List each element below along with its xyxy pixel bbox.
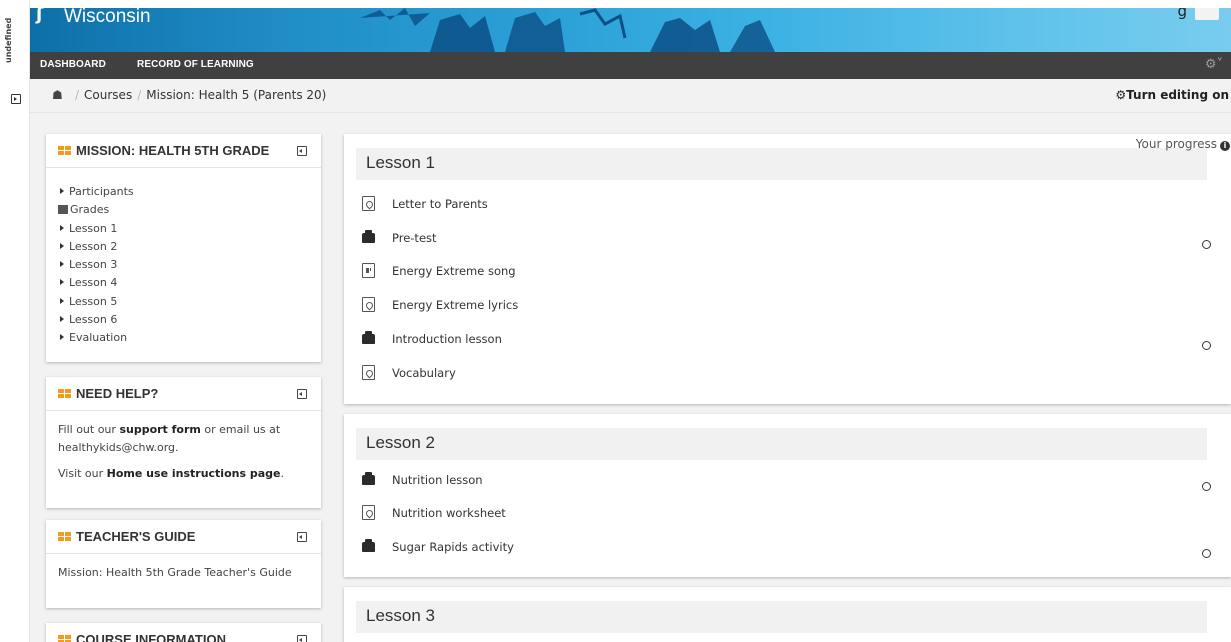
primary-navbar: DASHBOARD RECORD OF LEARNING ⚙˅	[30, 52, 1231, 79]
completion-checkbox[interactable]	[1202, 240, 1211, 249]
block-grid-icon	[58, 635, 72, 642]
pdf-icon	[362, 365, 375, 380]
section-header: Lesson 1	[356, 148, 1207, 180]
dock-toggle-icon[interactable]	[11, 94, 21, 104]
section-lesson-1: Lesson 1 Your progress i Letter to Parent…	[344, 134, 1231, 404]
activity-energy-extreme-lyrics[interactable]: Energy Extreme lyrics	[362, 295, 1207, 315]
nav-item-lesson-5[interactable]: Lesson 5	[58, 293, 309, 311]
collapse-block-icon[interactable]	[297, 635, 307, 642]
site-brand[interactable]: Wisconsin	[64, 8, 151, 28]
quiz-icon	[362, 539, 375, 552]
block-grid-icon	[58, 532, 72, 542]
user-avatar[interactable]	[1195, 8, 1219, 20]
expand-arrow-icon	[60, 279, 64, 286]
block-course-information: COURSE INFORMATION	[46, 623, 321, 642]
activity-vocabulary[interactable]: Vocabulary	[362, 363, 1207, 383]
block-navigation: MISSION: HEALTH 5TH GRADE Participants G…	[46, 134, 321, 362]
nav-item-lesson-2[interactable]: Lesson 2	[58, 238, 309, 256]
logo-icon: ʃ	[36, 8, 44, 25]
collapse-block-icon[interactable]	[297, 146, 307, 156]
expand-arrow-icon	[60, 316, 64, 323]
nav-item-participants[interactable]: Participants	[58, 183, 309, 201]
turn-editing-on-button[interactable]: ⚙Turn editing on	[1115, 88, 1229, 102]
completion-checkbox[interactable]	[1202, 341, 1211, 350]
quiz-icon	[362, 472, 375, 485]
support-form-link[interactable]: support form	[119, 423, 200, 436]
expand-arrow-icon	[60, 334, 64, 341]
activity-introduction-lesson[interactable]: Introduction lesson	[362, 329, 1211, 350]
block-title: NEED HELP?	[76, 386, 159, 401]
section-title[interactable]: Lesson 3	[366, 606, 435, 626]
home-icon[interactable]: ☗	[52, 88, 63, 102]
nav-tree: Participants Grades Lesson 1 Lesson 2 Le…	[46, 168, 321, 358]
section-header: Lesson 3	[356, 601, 1207, 633]
nav-item-lesson-6[interactable]: Lesson 6	[58, 311, 309, 329]
completion-checkbox[interactable]	[1202, 549, 1211, 558]
pdf-icon	[362, 196, 375, 211]
help-text: Fill out our support form or email us at…	[58, 423, 284, 480]
block-grid-icon	[58, 389, 72, 399]
page-body: MISSION: HEALTH 5TH GRADE Participants G…	[30, 113, 1231, 642]
banner-illustration	[360, 8, 775, 52]
nav-record-of-learning[interactable]: RECORD OF LEARNING	[137, 59, 254, 70]
pdf-icon	[362, 297, 375, 312]
dock-label: undefined	[4, 17, 13, 63]
home-use-instructions-link[interactable]: Home use instructions page	[107, 467, 281, 480]
gear-icon: ⚙	[1115, 88, 1127, 102]
expand-arrow-icon	[60, 188, 64, 194]
quiz-icon	[362, 331, 375, 344]
block-need-help: NEED HELP? Fill out our support form or …	[46, 377, 321, 508]
collapse-block-icon[interactable]	[297, 532, 307, 542]
expand-arrow-icon	[60, 242, 64, 249]
breadcrumb: / Courses / Mission: Health 5 (Parents 20)	[75, 88, 327, 102]
nav-item-grades[interactable]: Grades	[58, 201, 309, 219]
expand-arrow-icon	[60, 224, 64, 231]
activity-letter-to-parents[interactable]: Letter to Parents	[362, 194, 1207, 214]
course-content: Lesson 1 Your progress i Letter to Parent…	[344, 113, 1231, 642]
breadcrumb-course[interactable]: Mission: Health 5 (Parents 20)	[146, 88, 326, 102]
banner-edge-text: g	[1177, 8, 1187, 20]
activity-nutrition-worksheet[interactable]: Nutrition worksheet	[362, 503, 1207, 523]
side-dock: undefined	[0, 0, 30, 642]
block-grid-icon	[58, 146, 72, 156]
settings-gear-icon[interactable]: ⚙˅	[1205, 57, 1223, 72]
nav-item-lesson-4[interactable]: Lesson 4	[58, 274, 309, 292]
block-title: TEACHER'S GUIDE	[76, 529, 196, 544]
pdf-icon	[362, 505, 375, 520]
audio-icon	[362, 263, 375, 278]
nav-item-lesson-3[interactable]: Lesson 3	[58, 256, 309, 274]
section-title[interactable]: Lesson 1	[366, 153, 435, 173]
table-icon	[58, 205, 68, 215]
your-progress-label: Your progress i	[1136, 137, 1230, 151]
header-banner: ʃ Wisconsin g	[30, 8, 1231, 52]
collapse-block-icon[interactable]	[297, 389, 307, 399]
teachers-guide-link[interactable]: Mission: Health 5th Grade Teacher's Guid…	[46, 554, 321, 592]
completion-checkbox[interactable]	[1202, 482, 1211, 491]
section-title[interactable]: Lesson 2	[366, 433, 435, 453]
block-title: COURSE INFORMATION	[76, 632, 226, 642]
expand-arrow-icon	[60, 261, 64, 268]
section-lesson-2: Lesson 2 Nutrition lesson Nutrition work…	[344, 414, 1231, 577]
nav-item-lesson-1[interactable]: Lesson 1	[58, 220, 309, 238]
quiz-icon	[362, 230, 375, 243]
block-header: MISSION: HEALTH 5TH GRADE	[46, 134, 321, 168]
activity-nutrition-lesson[interactable]: Nutrition lesson	[362, 470, 1211, 491]
section-header: Lesson 2	[356, 428, 1207, 460]
block-teachers-guide: TEACHER'S GUIDE Mission: Health 5th Grad…	[46, 520, 321, 608]
section-lesson-3: Lesson 3	[344, 587, 1231, 642]
activity-sugar-rapids[interactable]: Sugar Rapids activity	[362, 537, 1211, 558]
breadcrumb-bar: ☗ / Courses / Mission: Health 5 (Parents 20…	[30, 79, 1231, 113]
breadcrumb-courses[interactable]: Courses	[84, 88, 132, 102]
block-header: NEED HELP?	[46, 377, 321, 411]
nav-dashboard[interactable]: DASHBOARD	[40, 59, 106, 70]
expand-arrow-icon	[60, 297, 64, 304]
info-icon[interactable]: i	[1220, 141, 1230, 151]
block-header: COURSE INFORMATION	[46, 623, 321, 642]
activity-energy-extreme-song[interactable]: Energy Extreme song	[362, 261, 1207, 281]
activity-pre-test[interactable]: Pre-test	[362, 228, 1211, 249]
block-title: MISSION: HEALTH 5TH GRADE	[76, 143, 270, 158]
nav-item-evaluation[interactable]: Evaluation	[58, 329, 309, 347]
block-header: TEACHER'S GUIDE	[46, 520, 321, 554]
